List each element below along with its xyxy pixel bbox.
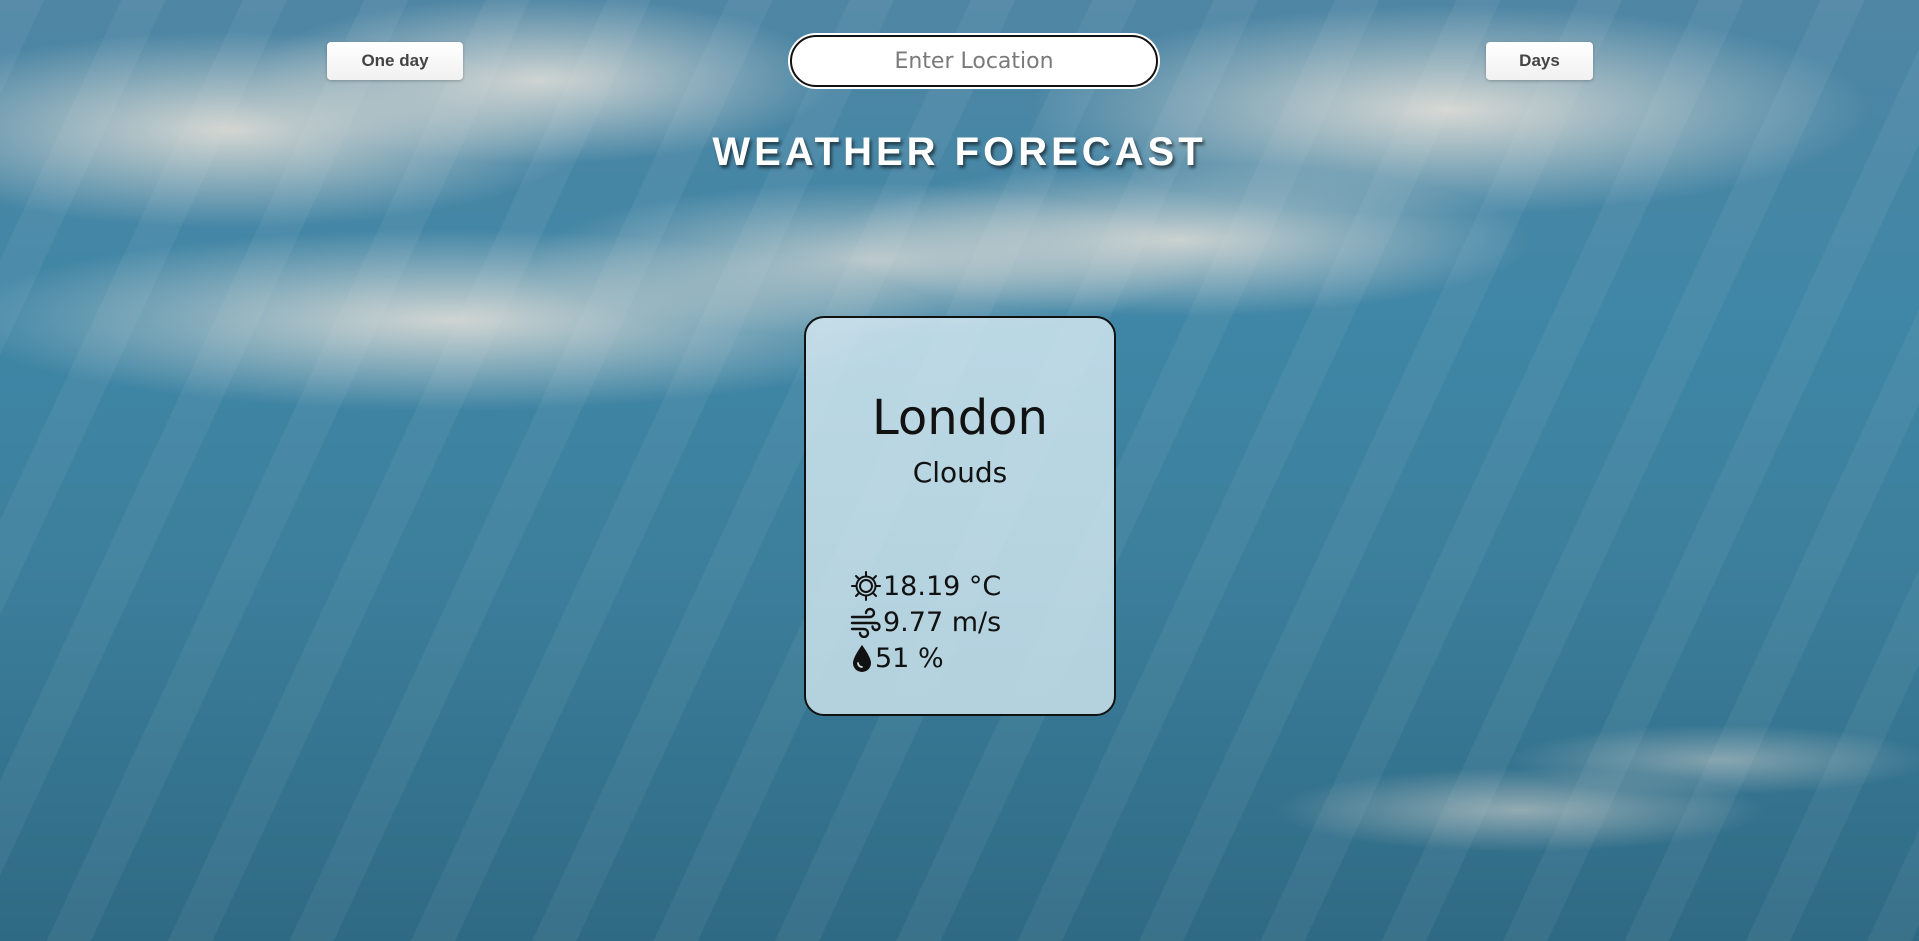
humidity-row: 51 %: [850, 640, 1001, 676]
wind-value: 9.77 m/s: [883, 606, 1002, 638]
weather-condition: Clouds: [912, 456, 1008, 489]
weather-stats: 18.19 °C 9.77 m/s 51 %: [850, 568, 1001, 676]
one-day-button[interactable]: One day: [327, 42, 463, 80]
temperature-value: 18.19 °C: [883, 570, 1002, 602]
wind-icon: [850, 606, 883, 638]
location-search-input[interactable]: [790, 35, 1158, 87]
sun-gear-icon: [850, 570, 883, 602]
temperature-row: 18.19 °C: [850, 568, 1001, 604]
city-name: London: [872, 390, 1048, 446]
page-title: WEATHER FORECAST: [712, 130, 1207, 174]
water-drop-icon: [850, 642, 875, 674]
wind-row: 9.77 m/s: [850, 604, 1001, 640]
days-button[interactable]: Days: [1486, 42, 1593, 80]
humidity-value: 51 %: [875, 642, 944, 674]
weather-card: London Clouds 18.19 °C 9.77 m/s 51 %: [804, 316, 1116, 716]
